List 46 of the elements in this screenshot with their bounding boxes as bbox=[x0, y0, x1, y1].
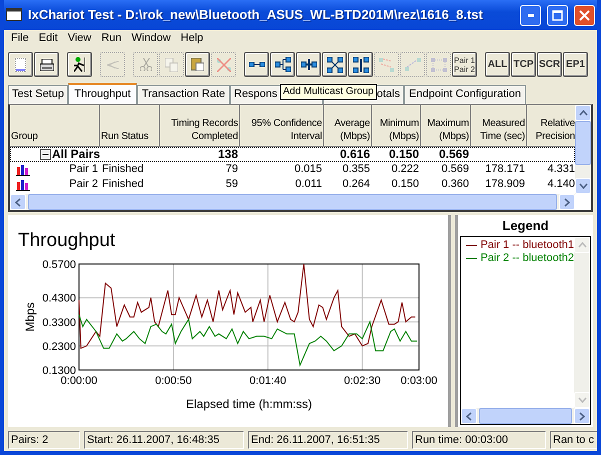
table-cell-text: 178.909 bbox=[484, 177, 526, 192]
status-pane: Ran to c bbox=[550, 431, 597, 449]
axis-tick-label: 0.3300 bbox=[42, 316, 76, 329]
legend-item: Pair 1 -- bluetooth1 bbox=[461, 238, 574, 252]
window-title: IxChariot Test - D:\rok_new\Bluetooth_ASUS_WL-BTD201M\rez\1616_8.tst bbox=[28, 7, 484, 23]
axis-tick-label: 0:03:00 bbox=[400, 375, 438, 387]
axis-tick-label: 0.5700 bbox=[42, 259, 76, 271]
table-cell-text: 0.355 bbox=[341, 162, 371, 177]
table-cell-text: Finished bbox=[101, 177, 145, 192]
table-cell-text: 0.569 bbox=[440, 162, 470, 177]
table-cell-text: 178.171 bbox=[484, 162, 526, 177]
table-cell-text: 138 bbox=[216, 147, 239, 162]
table-cell-text: 0.360 bbox=[440, 177, 470, 192]
table-cell: Pair 1 bbox=[69, 162, 98, 177]
status-pane: End: 26.11.2007, 16:51:35 bbox=[248, 431, 408, 449]
axis-tick-label: 0:01:40 bbox=[250, 375, 286, 387]
axis-tick-label: 0:02:30 bbox=[344, 375, 381, 387]
table-cell-text: 0.011 bbox=[294, 177, 323, 192]
table-cell-text: 4.140 bbox=[546, 177, 575, 192]
table-cell-text: 0.222 bbox=[390, 162, 420, 177]
status-pane: Run time: 00:03:00 bbox=[412, 431, 546, 449]
table-cell-text: 0.150 bbox=[388, 147, 420, 162]
axis-tick-label: 0.1300 bbox=[42, 365, 76, 377]
table-cell: Pair 2 bbox=[69, 177, 98, 192]
legend-item: Pair 2 -- bluetooth2 bbox=[461, 252, 574, 265]
chart-title: Throughput bbox=[18, 230, 116, 251]
axis-tick-label: 0:00:00 bbox=[60, 375, 98, 387]
table-cell-text: 59 bbox=[224, 177, 239, 192]
status-pane: Start: 26.11.2007, 16:48:35 bbox=[84, 431, 244, 449]
axis-tick-label: 0.4300 bbox=[42, 292, 76, 305]
table-cell-text: 0.616 bbox=[338, 147, 371, 162]
legend-title: Legend bbox=[501, 217, 550, 235]
axis-tick-label: 0:00:50 bbox=[155, 375, 192, 387]
table-cell-text: 0.569 bbox=[438, 147, 470, 162]
axis-tick-label: 0.2300 bbox=[42, 340, 76, 353]
table-cell-text: Finished bbox=[101, 162, 145, 177]
table-cell-text: 0.264 bbox=[341, 177, 371, 192]
table-cell-text: 0.150 bbox=[390, 177, 420, 192]
table-cell-text: 4.331 bbox=[546, 162, 575, 177]
table-cell-text: 79 bbox=[224, 162, 239, 177]
tooltip: Add Multicast Group bbox=[280, 84, 377, 100]
axis-title: Elapsed time (h:mm:ss) bbox=[186, 397, 312, 411]
table-cell: All Pairs bbox=[52, 147, 100, 162]
axis-title: Mbps bbox=[23, 302, 37, 332]
status-pane: Pairs: 2 bbox=[8, 431, 80, 449]
table-cell-text: 0.015 bbox=[293, 162, 323, 177]
